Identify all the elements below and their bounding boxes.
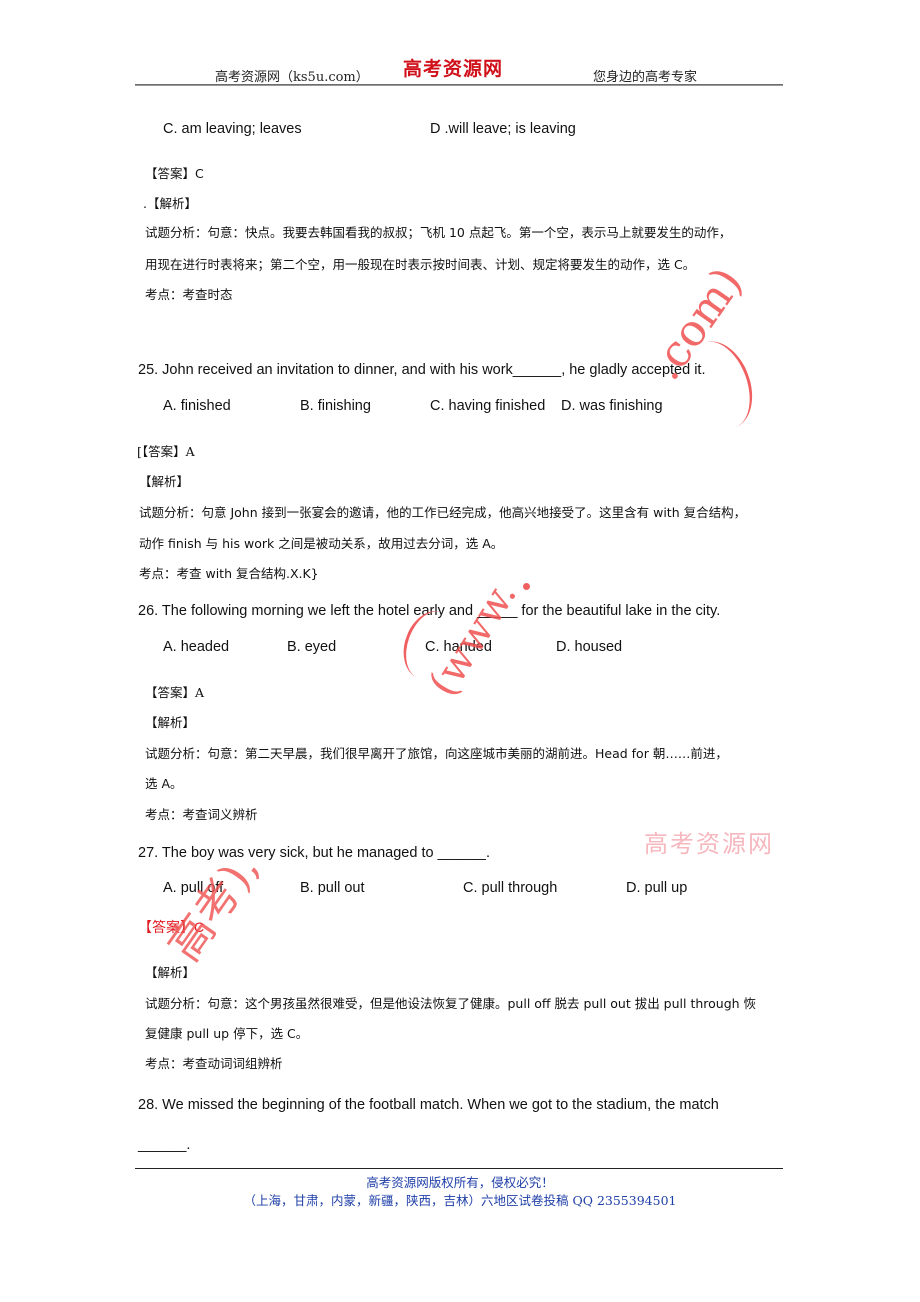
q27-analysis-line-1: 试题分析：句意：这个男孩虽然很难受，但是他设法恢复了健康。pull off 脱去…: [145, 996, 757, 1011]
watermark-arc: [676, 332, 764, 438]
q25-option-d: D. was finishing: [561, 398, 663, 414]
footer-copyright: 高考资源网版权所有，侵权必究！: [366, 1175, 554, 1190]
q24-analysis-label: .【解析】: [143, 196, 197, 211]
q25-stem: 25. John received an invitation to dinne…: [138, 362, 706, 378]
q26-option-a: A. headed: [163, 639, 230, 655]
q27-analysis-label: 【解析】: [145, 965, 196, 980]
q26-option-d: D. housed: [556, 639, 623, 655]
footer-contact: （上海，甘肃，内蒙，新疆，陕西，吉林）六地区试卷投稿 QQ 2355394501: [243, 1193, 677, 1208]
q27-option-c: C. pull through: [463, 880, 558, 896]
q24-option-c: C. am leaving; leaves: [163, 121, 302, 137]
answer-label: 【答案】: [138, 920, 194, 936]
q27-point: 考点：考查动词词组辨析: [145, 1056, 283, 1071]
q27-analysis-line-2: 复健康 pull up 停下，选 C。: [145, 1026, 309, 1041]
q26-point: 考点：考查词义辨析: [145, 807, 258, 822]
q26-analysis-line-1: 试题分析：句意：第二天早晨，我们很早离开了旅馆，向这座城市美丽的湖前进。Head…: [145, 746, 728, 761]
q25-analysis-line-1: 试题分析：句意 John 接到一张宴会的邀请，他的工作已经完成，他高兴地接受了。…: [139, 505, 747, 520]
header-logo: 高考资源网: [403, 58, 504, 80]
q26-analysis-line-2: 选 A。: [145, 776, 183, 791]
answer-value: C: [195, 166, 204, 181]
q26-option-b: B. eyed: [287, 639, 337, 655]
answer-value: A: [185, 444, 195, 459]
watermark-faint-logo: 高考资源网: [644, 830, 774, 858]
q28-stem: 28. We missed the beginning of the footb…: [138, 1097, 719, 1113]
q27-answer: 【答案】C: [138, 917, 204, 937]
q25-option-b: B. finishing: [300, 398, 371, 414]
q24-analysis-line-2: 用现在进行时表将来；第二个空，用一般现在时表示按时间表、计划、规定将要发生的动作…: [145, 257, 696, 272]
q25-analysis-label: 【解析】: [139, 474, 190, 489]
q24-point: 考点：考查时态: [145, 287, 233, 302]
q25-option-a: A. finished: [163, 398, 231, 414]
q25-option-c: C. having finished: [430, 398, 546, 414]
q26-answer: 【答案】A: [145, 682, 204, 701]
answer-label: [【答案】: [137, 444, 186, 459]
q25-point: 考点：考查 with 复合结构.X.K}: [139, 566, 319, 581]
answer-label: 【答案】: [145, 166, 196, 181]
header-divider: [135, 84, 783, 86]
q27-option-d: D. pull up: [626, 880, 688, 896]
q24-analysis-line-1: 试题分析：句意：快点。我要去韩国看我的叔叔；飞机 10 点起飞。第一个空，表示马…: [145, 225, 732, 240]
footer-divider: [135, 1168, 783, 1169]
header-site-name: 高考资源网（ks5u.com）: [215, 70, 369, 85]
q24-answer: 【答案】C: [145, 163, 204, 182]
q25-analysis-line-2: 动作 finish 与 his work 之间是被动关系，故用过去分词，选 A。: [139, 536, 504, 551]
q27-option-a: A. pull off: [163, 880, 224, 896]
watermark-dot: [523, 583, 530, 590]
q28-blank: ______.: [138, 1137, 191, 1153]
q27-option-b: B. pull out: [300, 880, 365, 896]
header-slogan: 您身边的高考专家: [593, 70, 698, 85]
q25-answer: [【答案】A: [137, 441, 195, 460]
answer-label: 【答案】: [145, 685, 196, 700]
q24-option-d: D .will leave; is leaving: [430, 121, 576, 137]
q27-stem: 27. The boy was very sick, but he manage…: [138, 845, 490, 861]
answer-value: C: [194, 919, 205, 935]
answer-value: A: [195, 685, 205, 700]
q26-analysis-label: 【解析】: [145, 715, 196, 730]
